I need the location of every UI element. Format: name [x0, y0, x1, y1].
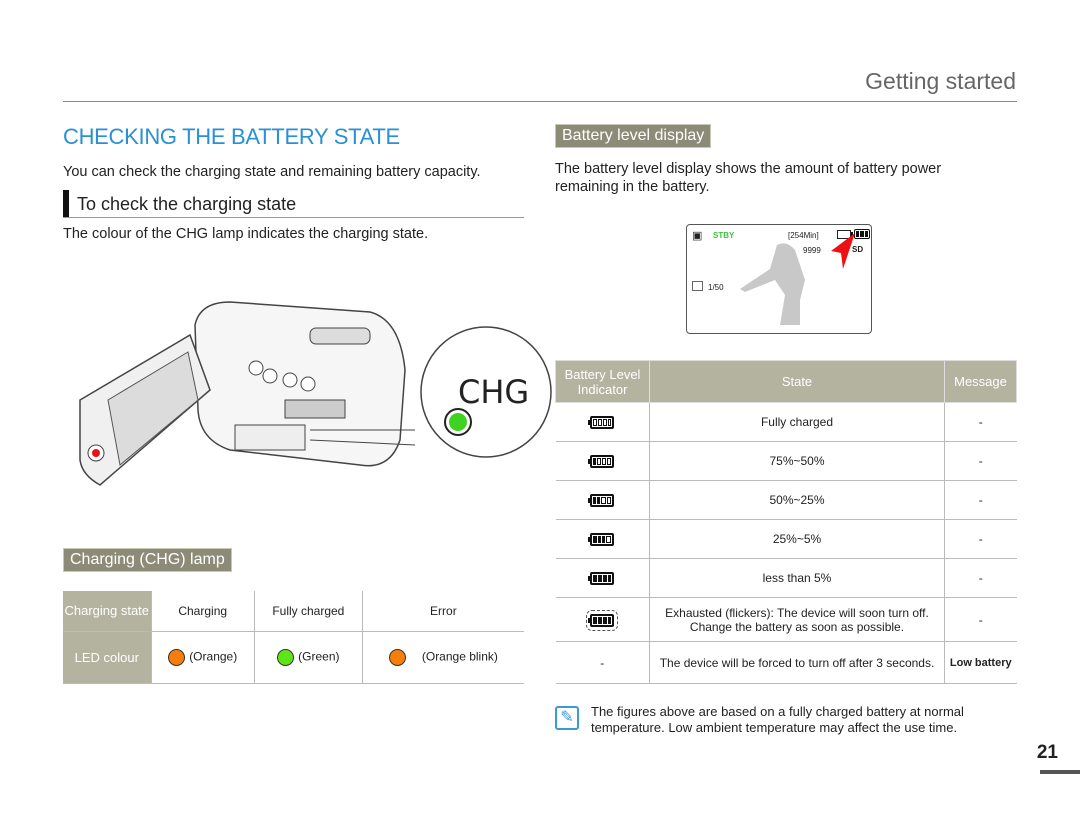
- message-cell: -: [944, 519, 1017, 559]
- led-label: (Orange blink): [421, 649, 498, 664]
- row-header: Charging state: [63, 591, 151, 632]
- table-row: Charging state Charging Fully charged Er…: [63, 591, 524, 632]
- note-text: The figures above are based on a fully c…: [591, 704, 964, 735]
- header-rule: [63, 101, 1017, 102]
- table-row: 25%~5% -: [555, 519, 1017, 559]
- orange-led-icon: [388, 648, 406, 666]
- state-cell: Error: [361, 591, 524, 632]
- chg-lamp-label: Charging (CHG) lamp: [63, 548, 232, 572]
- column-header: Battery Level Indicator: [555, 360, 650, 403]
- camcorder-illustration: CHG: [79, 301, 552, 486]
- battery-display-label: Battery level display: [555, 124, 712, 148]
- chg-label: CHG: [458, 373, 529, 411]
- page-bar: [1040, 770, 1080, 774]
- note: ✎ The figures above are based on a fully …: [555, 704, 995, 736]
- lcd-screen: ▣ STBY [254Min] 9999 SD 1/50: [686, 224, 872, 334]
- battery-level-table: Battery Level Indicator State Message Full…: [555, 360, 1017, 684]
- table-row: LED colour (Orange) (Green) (Orange blin…: [63, 631, 524, 684]
- orange-led-icon: [168, 648, 186, 666]
- state-cell: 50%~25%: [649, 480, 945, 520]
- column-header: State: [649, 360, 945, 403]
- state-line: Change the battery as soon as possible.: [689, 619, 905, 634]
- subheading-text-body: The colour of the CHG lamp indicates the…: [63, 226, 429, 242]
- led-cell: (Orange): [150, 631, 255, 684]
- state-cell: 75%~50%: [649, 441, 945, 481]
- row-header: LED colour: [63, 631, 151, 684]
- state-cell: 25%~5%: [649, 519, 945, 559]
- mode-text: STBY: [713, 231, 735, 240]
- message-cell: -: [944, 558, 1017, 598]
- message-cell: -: [944, 402, 1017, 442]
- state-cell: Fully charged: [253, 591, 363, 632]
- photo-icon: [692, 281, 703, 291]
- state-cell: Exhausted (flickers): The device will so…: [649, 597, 945, 642]
- table-row: Fully charged -: [555, 402, 1017, 442]
- message-cell: -: [944, 441, 1017, 481]
- table-row: - The device will be forced to turn off a…: [555, 641, 1017, 684]
- battery-75-icon: [588, 455, 615, 469]
- skater-silhouette: [740, 243, 805, 325]
- chg-lamp-icon: [449, 413, 467, 431]
- battery-full-icon: [588, 416, 615, 430]
- table-row: 50%~25% -: [555, 480, 1017, 520]
- subheading-text: To check the charging state: [77, 194, 297, 214]
- led-label: (Orange): [189, 649, 238, 664]
- section-title: Getting started: [865, 68, 1016, 94]
- photo-number: 1/50: [708, 283, 724, 292]
- state-cell: Charging: [150, 591, 255, 632]
- state-line: Exhausted (flickers): The device will so…: [665, 605, 929, 620]
- table-row: 75%~50% -: [555, 441, 1017, 481]
- indicator-cell: -: [555, 641, 650, 684]
- led-label: (Green): [298, 649, 340, 664]
- subheading: To check the charging state: [63, 190, 524, 218]
- camera-mode-icon: ▣: [692, 230, 703, 242]
- battery-flicker-icon: [586, 609, 619, 631]
- battery-display-text: The battery level display shows the amou…: [555, 161, 942, 195]
- photo-count: 9999: [803, 246, 821, 255]
- battery-50-icon: [588, 494, 615, 508]
- column-header: Message: [944, 360, 1017, 403]
- state-cell: The device will be forced to turn off af…: [649, 641, 945, 684]
- page-title: CHECKING THE BATTERY STATE: [63, 124, 400, 149]
- table-header: Battery Level Indicator State Message: [555, 360, 1017, 403]
- state-cell: Fully charged: [649, 402, 945, 442]
- red-arrow-icon: [831, 233, 855, 269]
- battery-25-icon: [588, 533, 615, 547]
- message-cell: -: [944, 480, 1017, 520]
- led-cell: (Green): [253, 631, 363, 684]
- state-cell: less than 5%: [649, 558, 945, 598]
- message-cell: -: [944, 597, 1017, 642]
- message-cell: Low battery: [944, 641, 1017, 684]
- table-row: Exhausted (flickers): The device will so…: [555, 597, 1017, 642]
- page-number: 21: [1036, 742, 1058, 763]
- note-icon: ✎: [555, 706, 579, 730]
- battery-empty-icon: [588, 572, 615, 586]
- remaining-time: [254Min]: [788, 231, 819, 240]
- intro-text: You can check the charging state and rem…: [63, 164, 481, 180]
- table-row: less than 5% -: [555, 558, 1017, 598]
- chg-lamp-table: Charging state Charging Fully charged Er…: [63, 591, 524, 684]
- led-cell: (Orange blink): [361, 631, 524, 684]
- green-led-icon: [277, 648, 295, 666]
